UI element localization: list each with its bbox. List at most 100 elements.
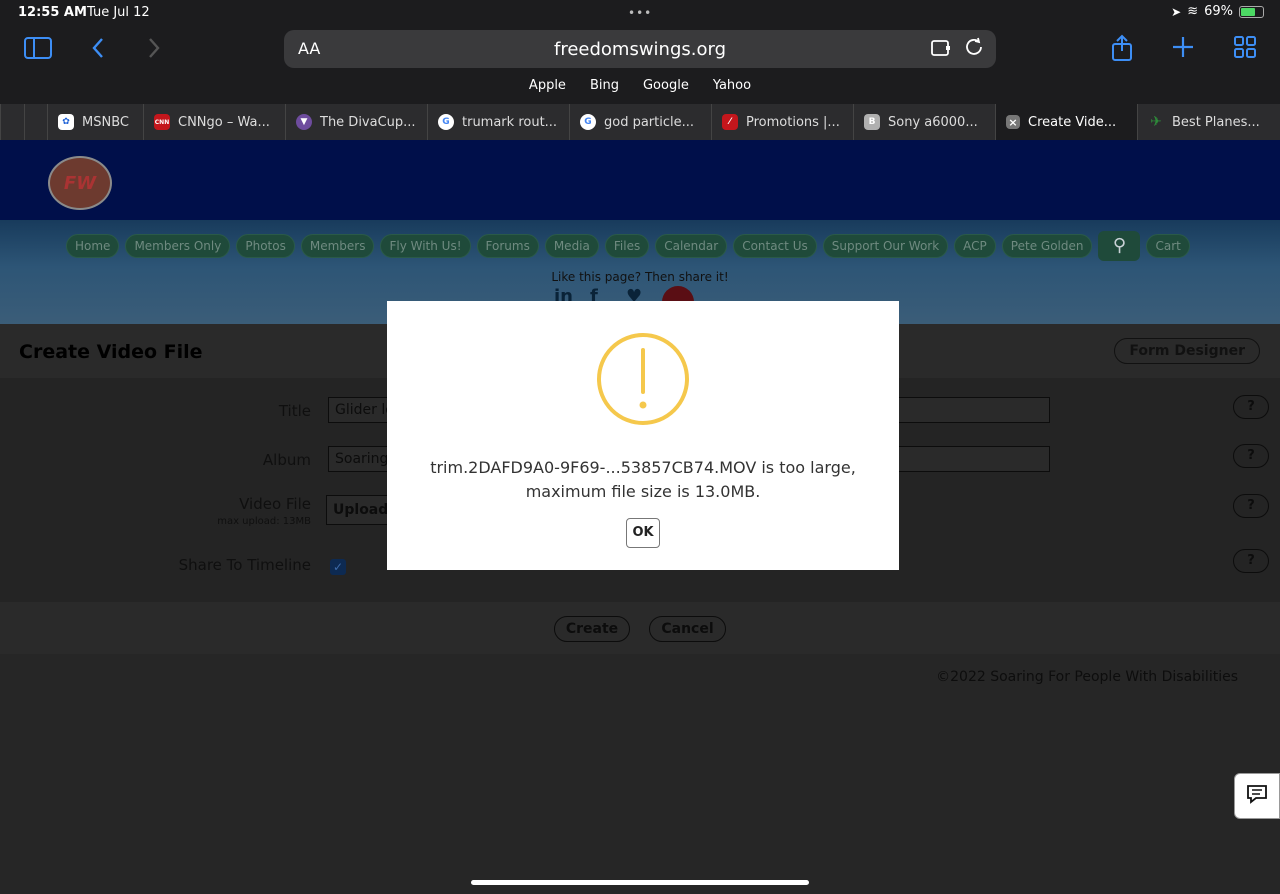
tab-promotions[interactable]: ⁄ Promotions |... xyxy=(711,104,853,140)
tab-divacup[interactable]: ▼ The DivaCup... xyxy=(285,104,427,140)
album-help-button[interactable]: ? xyxy=(1233,444,1269,468)
google-favicon-icon: G xyxy=(580,114,596,130)
back-icon[interactable] xyxy=(90,36,106,64)
max-upload-note: max upload: 13MB xyxy=(217,516,311,527)
nav-members[interactable]: Members xyxy=(300,234,375,258)
favorite-yahoo[interactable]: Yahoo xyxy=(713,78,751,93)
share-icon[interactable] xyxy=(1110,34,1134,66)
share-prompt: Like this page? Then share it! xyxy=(551,270,729,284)
tab-god-particle[interactable]: G god particle... xyxy=(569,104,711,140)
tab-label: Sony a6000... xyxy=(888,114,978,130)
browser-toolbar: AA freedomswings.org Apple Bing Google Y… xyxy=(0,26,1280,104)
nav-acp[interactable]: ACP xyxy=(954,234,996,258)
error-message: trim.2DAFD9A0-9F69-...53857CB74.MOV is t… xyxy=(387,456,899,504)
favorite-bing[interactable]: Bing xyxy=(590,78,619,93)
status-bar: 12:55 AM Tue Jul 12 ••• ➤ ≋ 69% xyxy=(0,0,1280,26)
tab-best-planes[interactable]: ✈ Best Planes... xyxy=(1137,104,1279,140)
extension-icon[interactable] xyxy=(930,38,952,63)
nav-forums[interactable]: Forums xyxy=(476,234,539,258)
tab-shield[interactable]: ⬢ xyxy=(24,104,47,140)
main-nav: Home Members Only Photos Members Fly Wit… xyxy=(66,231,1190,261)
video-file-label: Video File xyxy=(239,495,311,513)
share-help-button[interactable]: ? xyxy=(1233,549,1269,573)
divacup-favicon-icon: ▼ xyxy=(296,114,312,130)
share-timeline-label: Share To Timeline xyxy=(178,556,311,574)
tab-pinned[interactable] xyxy=(0,104,24,140)
status-date: Tue Jul 12 xyxy=(87,5,150,20)
plane-favicon-icon: ✈ xyxy=(1150,114,1162,130)
home-indicator[interactable] xyxy=(471,880,809,885)
error-message-line1: trim.2DAFD9A0-9F69-...53857CB74.MOV is t… xyxy=(430,458,856,477)
favorite-apple[interactable]: Apple xyxy=(529,78,566,93)
promotions-favicon-icon: ⁄ xyxy=(722,114,738,130)
tab-label: MSNBC xyxy=(82,114,129,130)
location-icon: ➤ xyxy=(1171,4,1182,19)
tab-trumark[interactable]: G trumark rout... xyxy=(427,104,569,140)
tab-label: Best Planes... xyxy=(1172,114,1260,130)
battery-icon xyxy=(1239,5,1264,18)
status-right: ➤ ≋ 69% xyxy=(1171,4,1264,19)
nav-pete-golden[interactable]: Pete Golden xyxy=(1001,234,1093,258)
nav-files[interactable]: Files xyxy=(604,234,650,258)
warning-icon xyxy=(596,332,690,426)
favorite-google[interactable]: Google xyxy=(643,78,689,93)
search-icon[interactable]: ⚲ xyxy=(1098,231,1141,261)
status-time: 12:55 AM xyxy=(18,5,87,20)
create-button[interactable]: Create xyxy=(554,616,630,642)
sony-favicon-icon: B xyxy=(864,114,880,130)
nav-support-our-work[interactable]: Support Our Work xyxy=(822,234,949,258)
nav-contact-us[interactable]: Contact Us xyxy=(733,234,817,258)
nav-photos[interactable]: Photos xyxy=(236,234,295,258)
nav-members-only[interactable]: Members Only xyxy=(125,234,231,258)
nav-calendar[interactable]: Calendar xyxy=(655,234,728,258)
title-label: Title xyxy=(278,402,311,420)
tab-label: Create Vide... xyxy=(1028,114,1117,130)
wifi-icon: ≋ xyxy=(1187,4,1199,19)
site-logo[interactable]: FW xyxy=(48,156,112,210)
tab-label: trumark rout... xyxy=(462,114,558,130)
battery-percent: 69% xyxy=(1204,4,1233,19)
ok-button[interactable]: OK xyxy=(626,518,660,548)
form-designer-button[interactable]: Form Designer xyxy=(1114,338,1260,364)
tab-overview-icon[interactable] xyxy=(1234,36,1256,62)
error-message-line2: maximum file size is 13.0MB. xyxy=(525,482,761,501)
title-help-button[interactable]: ? xyxy=(1233,395,1269,419)
nav-home[interactable]: Home xyxy=(66,234,120,258)
tab-sony[interactable]: B Sony a6000... xyxy=(853,104,995,140)
video-help-button[interactable]: ? xyxy=(1233,494,1269,518)
multitasking-dots-icon[interactable]: ••• xyxy=(628,6,652,20)
chat-button[interactable] xyxy=(1234,773,1280,819)
tab-label: CNNgo – Wa... xyxy=(178,114,270,130)
tab-label: god particle... xyxy=(604,114,695,130)
favorites-bar: Apple Bing Google Yahoo xyxy=(0,78,1280,93)
error-modal: trim.2DAFD9A0-9F69-...53857CB74.MOV is t… xyxy=(387,301,899,570)
upload-button[interactable]: Upload xyxy=(326,495,390,525)
tab-create-video[interactable]: × Create Vide... xyxy=(995,104,1137,140)
chat-icon xyxy=(1246,783,1268,809)
page-title: Create Video File xyxy=(19,341,203,363)
tab-label: The DivaCup... xyxy=(320,114,416,130)
nav-cart[interactable]: Cart xyxy=(1146,234,1190,258)
nav-fly-with-us[interactable]: Fly With Us! xyxy=(380,234,471,258)
address-bar[interactable]: AA freedomswings.org xyxy=(284,30,996,68)
close-tab-icon[interactable]: × xyxy=(1006,115,1020,129)
share-timeline-checkbox[interactable]: ✓ xyxy=(330,559,346,575)
sidebar-icon[interactable] xyxy=(24,36,52,64)
site-header: FW xyxy=(0,140,1280,220)
form-actions: Create Cancel xyxy=(0,602,1280,654)
tab-bar: ⬢ ✿ MSNBC CNN CNNgo – Wa... ▼ The DivaCu… xyxy=(0,104,1280,140)
url-text[interactable]: freedomswings.org xyxy=(284,39,996,60)
reload-icon[interactable] xyxy=(964,37,984,62)
forward-icon[interactable] xyxy=(146,36,162,64)
new-tab-icon[interactable] xyxy=(1172,36,1194,62)
msnbc-favicon-icon: ✿ xyxy=(58,114,74,130)
album-label: Album xyxy=(262,451,311,469)
tab-cnngo[interactable]: CNN CNNgo – Wa... xyxy=(143,104,285,140)
footer-copyright: ©2022 Soaring For People With Disabiliti… xyxy=(936,669,1238,685)
google-favicon-icon: G xyxy=(438,114,454,130)
nav-media[interactable]: Media xyxy=(544,234,599,258)
cancel-button[interactable]: Cancel xyxy=(649,616,726,642)
tab-label: Promotions |... xyxy=(746,114,840,130)
tab-msnbc[interactable]: ✿ MSNBC xyxy=(47,104,143,140)
cnn-favicon-icon: CNN xyxy=(154,114,170,130)
